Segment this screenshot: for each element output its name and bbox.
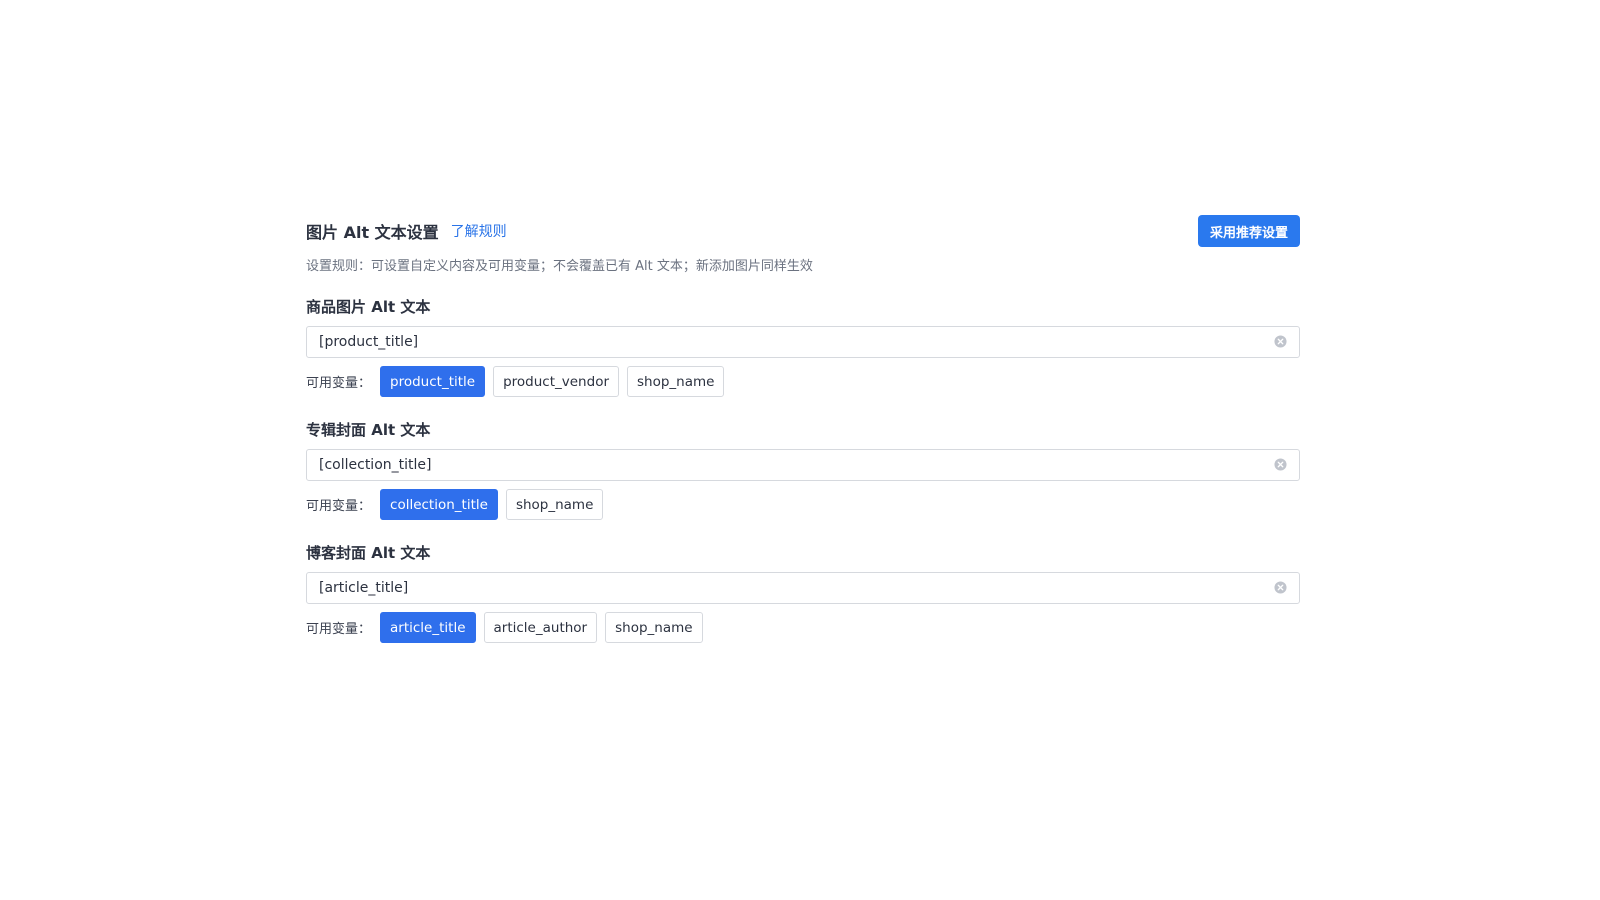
blog-cover-alt-field xyxy=(306,572,1300,604)
rules-description: 设置规则：可设置自定义内容及可用变量；不会覆盖已有 Alt 文本；新添加图片同样… xyxy=(306,259,813,274)
apply-recommended-button[interactable]: 采用推荐设置 xyxy=(1197,215,1300,247)
product-image-alt-input[interactable] xyxy=(307,327,1299,357)
variable-chip-shop-name[interactable]: shop_name xyxy=(605,612,703,643)
product-image-alt-title: 商品图片 Alt 文本 xyxy=(306,298,431,316)
collection-cover-variables: 可用变量： collection_title shop_name xyxy=(306,489,1300,520)
variable-chip-product-vendor[interactable]: product_vendor xyxy=(493,366,619,397)
product-image-alt-field xyxy=(306,326,1300,358)
variable-chip-product-title[interactable]: product_title xyxy=(380,366,486,397)
variables-label: 可用变量： xyxy=(306,499,372,514)
blog-cover-alt-input[interactable] xyxy=(307,573,1299,603)
variable-chip-shop-name[interactable]: shop_name xyxy=(627,366,725,397)
collection-cover-alt-title: 专辑封面 Alt 文本 xyxy=(306,421,431,439)
variable-chip-collection-title[interactable]: collection_title xyxy=(380,489,498,520)
product-image-variables: 可用变量： product_title product_vendor shop_… xyxy=(306,366,1300,397)
collection-cover-alt-input[interactable] xyxy=(307,450,1299,480)
variable-chip-shop-name[interactable]: shop_name xyxy=(505,489,604,520)
learn-rules-link[interactable]: 了解规则 xyxy=(451,221,507,241)
variable-chip-article-author[interactable]: article_author xyxy=(483,612,598,643)
page-title: 图片 Alt 文本设置 xyxy=(306,223,439,242)
header: 图片 Alt 文本设置 了解规则 采用推荐设置 xyxy=(306,215,1300,247)
variables-label: 可用变量： xyxy=(306,622,372,637)
clear-icon[interactable] xyxy=(1274,458,1287,471)
blog-cover-alt-title: 博客封面 Alt 文本 xyxy=(306,544,431,562)
variable-chip-article-title[interactable]: article_title xyxy=(380,612,476,643)
variables-label: 可用变量： xyxy=(306,376,372,391)
collection-cover-alt-field xyxy=(306,449,1300,481)
header-left: 图片 Alt 文本设置 了解规则 xyxy=(306,219,507,243)
alt-text-settings-panel: 图片 Alt 文本设置 了解规则 采用推荐设置 设置规则：可设置自定义内容及可用… xyxy=(306,215,1300,643)
blog-cover-variables: 可用变量： article_title article_author shop_… xyxy=(306,612,1300,643)
clear-icon[interactable] xyxy=(1274,581,1287,594)
clear-icon[interactable] xyxy=(1274,335,1287,348)
